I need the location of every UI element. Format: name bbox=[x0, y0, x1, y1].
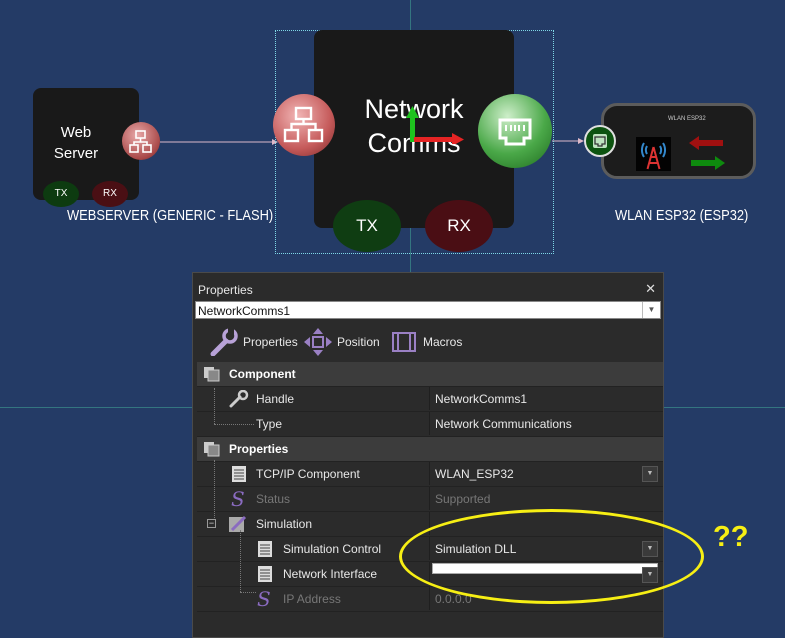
tab-position[interactable]: Position bbox=[303, 327, 380, 357]
ip-address-label: IP Address bbox=[283, 592, 341, 606]
tcpip-row[interactable]: TCP/IP Component WLAN_ESP32 ▼ bbox=[197, 462, 663, 487]
group-icon bbox=[204, 442, 220, 457]
webserver-tx-label: TX bbox=[54, 188, 68, 199]
wlan-label: WLAN ESP32 (ESP32) bbox=[615, 207, 749, 224]
component-group-header[interactable]: Component bbox=[197, 362, 663, 387]
network-comms-tx-label: TX bbox=[356, 216, 378, 235]
handle-label: Handle bbox=[256, 392, 295, 406]
webserver-title: Web Server bbox=[53, 124, 99, 162]
chevron-down-icon[interactable]: ▼ bbox=[642, 302, 660, 318]
network-comms-rx-label: RX bbox=[447, 216, 471, 235]
webserver-tx-port[interactable]: TX bbox=[43, 181, 79, 207]
type-label: Type bbox=[256, 417, 283, 431]
tab-properties[interactable]: Properties bbox=[209, 327, 298, 357]
network-comms-rx-port[interactable]: RX bbox=[425, 200, 493, 252]
simulation-label: Simulation bbox=[256, 517, 313, 531]
component-group-label: Component bbox=[229, 367, 296, 381]
radio-tower-icon bbox=[636, 137, 671, 171]
network-comms-lan-port-icon[interactable] bbox=[273, 94, 335, 156]
tree-line bbox=[214, 424, 254, 425]
list-icon bbox=[232, 466, 246, 482]
wlan-esp32-component[interactable]: WLAN ESP32 bbox=[601, 103, 756, 179]
webserver-label: WEBSERVER (GENERIC - FLASH) bbox=[67, 207, 274, 224]
network-comms-ethernet-port-icon[interactable] bbox=[478, 94, 552, 168]
wlan-ethernet-port-icon[interactable] bbox=[584, 125, 616, 157]
properties-group-label: Properties bbox=[229, 442, 289, 456]
annotation-ellipse bbox=[399, 509, 704, 604]
tcpip-value: WLAN_ESP32 bbox=[435, 467, 514, 481]
move-gizmo-icon[interactable] bbox=[404, 104, 466, 144]
tree-line bbox=[240, 530, 241, 592]
script-s-icon: S bbox=[231, 487, 245, 511]
tree-line bbox=[214, 460, 215, 518]
handle-row[interactable]: Handle NetworkComms1 bbox=[197, 387, 663, 412]
type-value: Network Communications bbox=[435, 417, 572, 431]
panel-title: Properties bbox=[198, 283, 253, 297]
tab-macros-label: Macros bbox=[423, 335, 463, 349]
network-interface-label: Network Interface bbox=[283, 567, 378, 581]
tree-line bbox=[240, 592, 256, 593]
wlan-tiny-label: WLAN ESP32 bbox=[668, 116, 706, 122]
status-row[interactable]: S Status Supported bbox=[197, 487, 663, 512]
tab-position-label: Position bbox=[337, 335, 380, 349]
wrench-icon bbox=[229, 390, 249, 408]
webserver-rx-port[interactable]: RX bbox=[92, 181, 128, 207]
tab-properties-label: Properties bbox=[243, 335, 298, 349]
data-arrows-icon bbox=[689, 136, 725, 170]
annotation-question: ?? bbox=[713, 521, 749, 553]
list-icon bbox=[258, 566, 272, 582]
wrench-icon bbox=[210, 328, 238, 356]
webserver-network-port-icon[interactable] bbox=[122, 122, 160, 160]
type-row[interactable]: Type Network Communications bbox=[197, 412, 663, 437]
handle-value: NetworkComms1 bbox=[435, 392, 528, 406]
tcpip-label: TCP/IP Component bbox=[256, 467, 360, 481]
list-icon bbox=[258, 541, 272, 557]
script-s-icon: S bbox=[257, 587, 271, 611]
tree-line bbox=[214, 388, 215, 424]
close-icon[interactable]: ✕ bbox=[645, 281, 656, 297]
component-selector-value: NetworkComms1 bbox=[198, 304, 291, 318]
webserver-rx-label: RX bbox=[103, 188, 117, 199]
collapse-icon[interactable]: − bbox=[207, 519, 216, 528]
status-value: Supported bbox=[435, 492, 491, 506]
move-icon bbox=[304, 328, 332, 356]
tcpip-dropdown-icon[interactable]: ▼ bbox=[642, 466, 658, 482]
tab-macros[interactable]: Macros bbox=[389, 327, 462, 357]
macro-icon bbox=[392, 332, 416, 352]
group-icon bbox=[204, 367, 220, 382]
component-selector[interactable]: NetworkComms1 ▼ bbox=[195, 301, 661, 319]
simulation-icon bbox=[229, 515, 247, 532]
network-comms-tx-port[interactable]: TX bbox=[333, 200, 401, 252]
sim-control-label: Simulation Control bbox=[283, 542, 382, 556]
status-label: Status bbox=[256, 492, 291, 506]
properties-group-header[interactable]: Properties bbox=[197, 437, 663, 462]
